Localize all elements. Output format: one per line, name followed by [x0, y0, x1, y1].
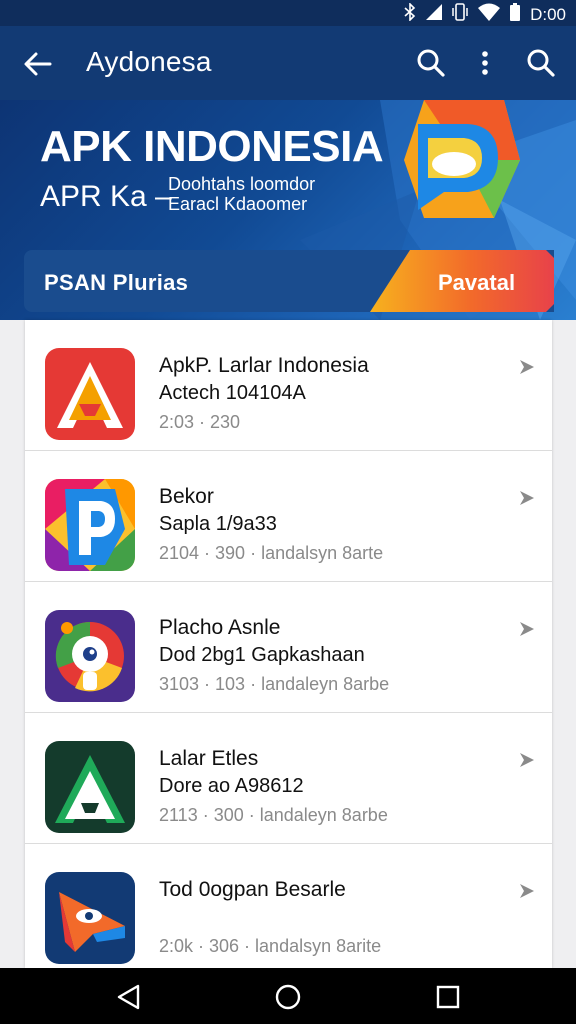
eye-arrow-icon: [45, 872, 135, 964]
app-meta: 3103 · 103 · landaleyn 8arbe: [159, 674, 390, 694]
app-meta: 2:0k · 306 · landalsyn 8arite: [159, 936, 382, 956]
app-name: Tod 0ogpan Besarle: [159, 878, 346, 901]
status-bar: D:00: [0, 0, 576, 26]
banner-tagline-line2: Earacl Kdaoomer: [168, 194, 308, 214]
chevron-right-icon: [518, 751, 536, 769]
battery-icon: [510, 3, 521, 26]
recents-square-icon[interactable]: [435, 984, 461, 1010]
list-item[interactable]: Tod 0ogpan Besarle 2:0k · 306 · landalsy…: [25, 844, 552, 968]
clock: D:00: [530, 4, 566, 24]
app-bar: Aydonesa: [0, 26, 576, 100]
mascot-icon: [45, 610, 135, 702]
chevron-right-icon: [518, 489, 536, 507]
signal-icon: [426, 4, 443, 25]
more-vert-icon[interactable]: [470, 48, 500, 78]
banner-subtitle: APR Ka –: [40, 180, 172, 213]
app-name: Lalar Etles: [159, 747, 259, 770]
app-name: ApkP. Larlar Indonesia: [159, 354, 369, 377]
bluetooth-icon: [404, 2, 416, 26]
page-title: Aydonesa: [86, 46, 212, 77]
colorful-p-icon: [45, 479, 135, 571]
app-name: Bekor: [159, 485, 214, 508]
vibrate-icon: [452, 3, 468, 26]
system-nav-bar: [0, 968, 576, 1024]
list-item[interactable]: Bekor Sapla 1/9a33 2104 · 390 · landalsy…: [25, 451, 552, 582]
search-icon[interactable]: [416, 48, 446, 78]
list-item[interactable]: Placho Asnle Dod 2bg1 Gapkashaan 3103 · …: [25, 582, 552, 713]
list-item[interactable]: ApkP. Larlar Indonesia Actech 104104A 2:…: [25, 320, 552, 451]
app-name: Placho Asnle: [159, 616, 281, 639]
list-item[interactable]: Lalar Etles Dore ao A98612 2113 · 300 · …: [25, 713, 552, 844]
promo-banner[interactable]: APK INDONESIA APR Ka – Doohtahs loomdor …: [0, 100, 576, 320]
app-developer: Sapla 1/9a33: [159, 513, 277, 535]
app-developer: Actech 104104A: [159, 382, 306, 404]
apk-logo-icon: [404, 100, 520, 218]
green-a-icon: [45, 741, 135, 833]
app-meta: 2:03 · 230: [159, 412, 241, 432]
app-meta: 2104 · 390 · landalsyn 8arte: [159, 543, 384, 563]
banner-tagline: Doohtahs loomdor Earacl Kdaoomer: [168, 174, 315, 214]
app-developer: Dod 2bg1 Gapkashaan: [159, 644, 365, 666]
search-icon[interactable]: [526, 48, 556, 78]
wifi-icon: [478, 3, 501, 26]
home-circle-icon[interactable]: [275, 984, 301, 1010]
banner-strip-label: PSAN Plurias: [44, 270, 189, 295]
app-list: ApkP. Larlar Indonesia Actech 104104A 2:…: [25, 320, 552, 968]
app-developer: Dore ao A98612: [159, 775, 304, 797]
banner-title: APK INDONESIA: [40, 122, 384, 171]
red-a-icon: [45, 348, 135, 440]
chevron-right-icon: [518, 882, 536, 900]
back-arrow-icon[interactable]: [22, 48, 54, 80]
back-triangle-icon[interactable]: [116, 984, 142, 1010]
banner-tagline-line1: Doohtahs loomdor: [168, 174, 316, 194]
app-meta: 2113 · 300 · landaleyn 8arbe: [159, 805, 388, 825]
chevron-right-icon: [518, 358, 536, 376]
chevron-right-icon: [518, 620, 536, 638]
banner-cta-label[interactable]: Pavatal: [438, 270, 515, 296]
